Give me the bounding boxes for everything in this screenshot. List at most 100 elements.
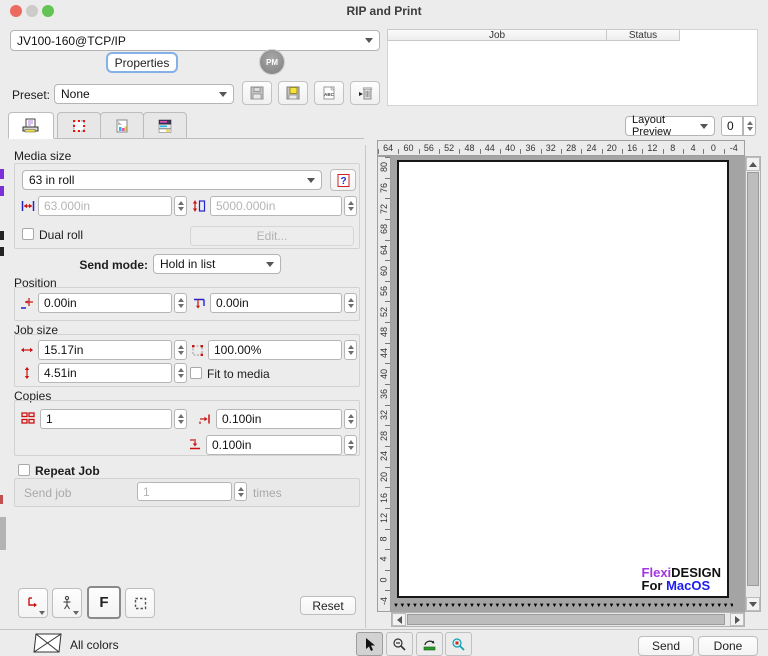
preview-mode-select[interactable]: Layout Preview: [625, 114, 715, 138]
printer-select[interactable]: JV100-160@TCP/IP: [10, 30, 380, 51]
all-colors-swatch[interactable]: [33, 633, 62, 653]
pos-y-icon: [194, 298, 205, 309]
save-preset-button[interactable]: [242, 81, 272, 105]
reset-button[interactable]: Reset: [300, 596, 356, 615]
zoom-job-tool-button[interactable]: [445, 632, 472, 656]
pos-x-icon: [21, 298, 33, 309]
copies-count-stepper[interactable]: [174, 409, 187, 429]
preset-select-value: None: [61, 87, 90, 101]
delete-preset-button[interactable]: [350, 81, 380, 105]
test-fill-button[interactable]: F: [87, 586, 121, 619]
job-scale-stepper[interactable]: [344, 340, 357, 360]
scroll-right-button[interactable]: [730, 613, 744, 626]
copies-gap-y-field[interactable]: 0.100in: [206, 435, 342, 455]
position-x-field[interactable]: 0.00in: [38, 293, 172, 313]
media-height-value: 5000.000in: [216, 199, 276, 213]
copies-gap-y-value: 0.100in: [212, 438, 252, 452]
media-height-field[interactable]: 5000.000in: [210, 196, 342, 216]
rotate-job-button[interactable]: [18, 588, 48, 618]
done-button[interactable]: Done: [698, 636, 758, 656]
gap-x-icon: [199, 414, 210, 424]
save-preset-as-button[interactable]: [278, 81, 308, 105]
media-width-value: 63.000in: [44, 199, 91, 213]
scroll-down-button[interactable]: [746, 597, 760, 611]
copies-gap-y-stepper[interactable]: [344, 435, 357, 455]
media-size-label: Media size: [14, 149, 72, 163]
copies-count-field[interactable]: 1: [40, 409, 172, 429]
window-title: RIP and Print: [346, 4, 422, 18]
fit-media-tool-button[interactable]: [416, 632, 443, 656]
vertical-scroll-thumb[interactable]: [747, 172, 759, 586]
done-button-label: Done: [713, 639, 743, 653]
copies-gap-x-field[interactable]: 0.100in: [216, 409, 342, 429]
watermark-for: For: [641, 578, 667, 593]
job-height-field[interactable]: 4.51in: [38, 363, 172, 383]
times-label: times: [253, 486, 282, 500]
repeat-job-checkbox[interactable]: [18, 464, 30, 476]
job-scale-icon: [192, 345, 203, 356]
select-tool-button[interactable]: [356, 632, 383, 656]
job-height-stepper[interactable]: [174, 363, 187, 383]
tab-layout[interactable]: [57, 112, 101, 139]
position-x-stepper[interactable]: [174, 293, 187, 313]
screen-edge-artifact: [0, 231, 4, 240]
send-job-count-stepper[interactable]: [234, 482, 247, 501]
job-width-field[interactable]: 15.17in: [38, 340, 172, 360]
send-mode-select[interactable]: Hold in list: [153, 254, 281, 274]
screen-edge-artifact: [0, 495, 3, 504]
svg-text:ABC: ABC: [324, 92, 334, 97]
dual-roll-checkbox[interactable]: [22, 228, 34, 240]
no-color-x-icon: [33, 633, 62, 653]
copies-gap-x-stepper[interactable]: [344, 409, 357, 429]
position-y-stepper[interactable]: [344, 293, 357, 313]
job-width-stepper[interactable]: [174, 340, 187, 360]
media-height-icon: [192, 200, 206, 212]
production-manager-icon[interactable]: PM: [260, 50, 284, 74]
tab-printer-settings[interactable]: [8, 112, 54, 139]
tab-color-adjust[interactable]: [100, 112, 144, 139]
preview-zoom-field[interactable]: 0: [721, 116, 743, 136]
position-y-field[interactable]: 0.00in: [210, 293, 342, 313]
preview-zoom-stepper[interactable]: [743, 116, 756, 136]
arrow-down-icon: [749, 601, 757, 607]
fit-to-media-checkbox[interactable]: [190, 367, 202, 379]
job-scale-field[interactable]: 100.00%: [208, 340, 342, 360]
properties-button-label: Properties: [114, 55, 170, 70]
selection-frame-button[interactable]: [125, 588, 155, 618]
media-height-stepper[interactable]: [344, 196, 357, 216]
job-height-value: 4.51in: [44, 366, 77, 380]
rename-preset-button[interactable]: ABC: [314, 81, 344, 105]
zoom-out-tool-button[interactable]: [386, 632, 413, 656]
scroll-left-button[interactable]: [392, 613, 406, 626]
job-scale-value: 100.00%: [214, 343, 262, 357]
preview-canvas[interactable]: FlexiDESIGN For MacOS ▼▼▼▼▼▼▼▼▼▼▼▼▼▼▼▼▼▼…: [391, 156, 745, 612]
rip-and-print-window: RIP and Print JV100-160@TCP/IP Propertie…: [0, 0, 768, 656]
mirror-job-button[interactable]: [52, 588, 82, 618]
job-column-header[interactable]: Job: [387, 29, 607, 41]
vertical-scrollbar[interactable]: [745, 156, 761, 612]
scroll-up-button[interactable]: [746, 157, 760, 171]
media-roll-select[interactable]: 63 in roll: [22, 170, 322, 190]
pm-badge-label: PM: [266, 57, 278, 67]
send-job-count-field[interactable]: 1: [137, 482, 232, 501]
watermark-macos: MacOS: [666, 578, 711, 593]
media-roll-value: 63 in roll: [29, 173, 75, 187]
horizontal-scrollbar[interactable]: [391, 612, 745, 627]
media-manager-button[interactable]: ?: [330, 169, 356, 191]
panels-tab-icon: [73, 119, 85, 132]
vertical-ruler: 80 76 72 68 64 60 56 52 48 44 40 36 32 28 24 20 16 12 8 4 0-…: [377, 156, 391, 612]
save-icon: [250, 86, 264, 100]
properties-button[interactable]: Properties: [106, 52, 178, 73]
preset-select[interactable]: None: [54, 84, 234, 104]
media-width-field[interactable]: 63.000in: [38, 196, 172, 216]
horizontal-scroll-thumb[interactable]: [407, 614, 725, 625]
job-width-icon: [21, 347, 33, 353]
tab-separations[interactable]: [143, 112, 187, 139]
send-button[interactable]: Send: [638, 636, 694, 656]
copies-count-value: 1: [46, 412, 53, 426]
chevron-down-icon: [73, 611, 79, 615]
edit-button[interactable]: Edit...: [190, 226, 354, 246]
status-column-header[interactable]: Status: [606, 29, 680, 41]
titlebar: RIP and Print: [0, 0, 768, 22]
media-width-stepper[interactable]: [174, 196, 187, 216]
